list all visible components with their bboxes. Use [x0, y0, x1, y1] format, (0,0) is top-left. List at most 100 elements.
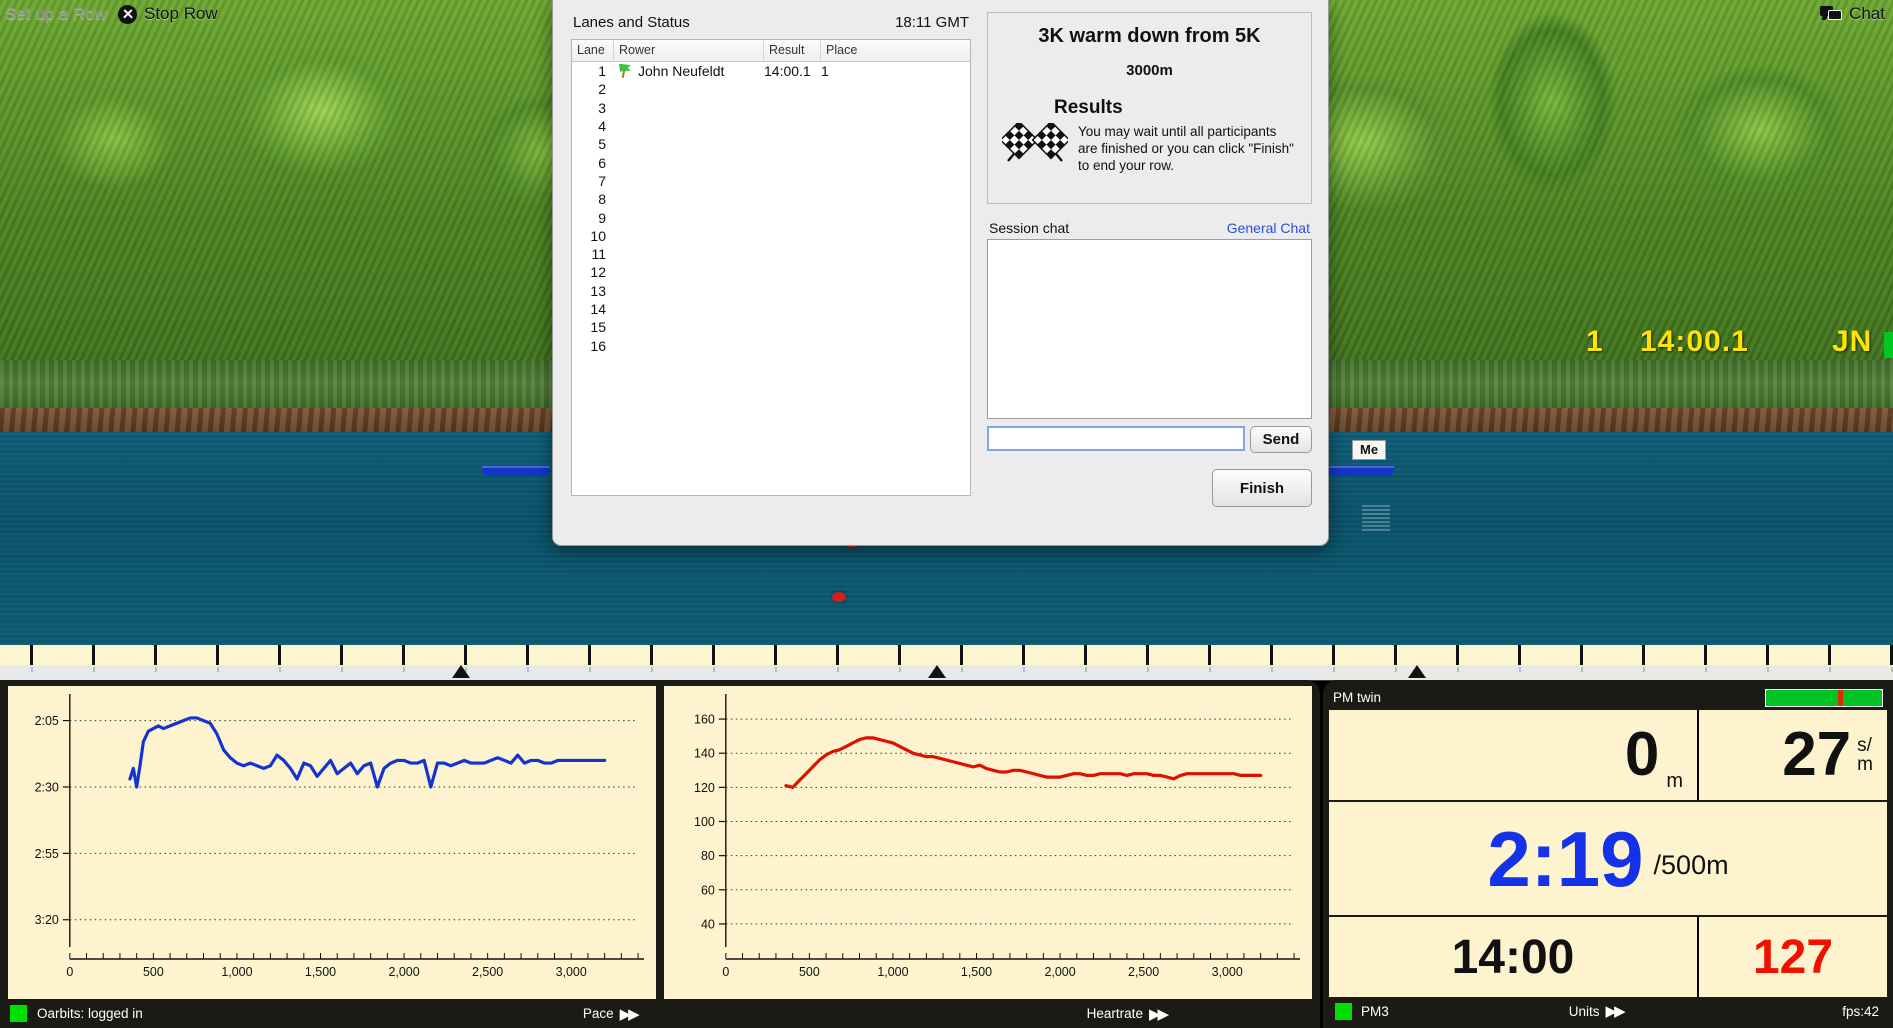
- table-row[interactable]: 12: [572, 263, 970, 281]
- general-chat-link[interactable]: General Chat: [1227, 220, 1310, 236]
- results-panel: 3K warm down from 5K 3000m Results You m…: [987, 12, 1312, 204]
- hud-status-chip: [1884, 332, 1893, 358]
- x-tick-label: 500: [799, 965, 820, 979]
- table-row[interactable]: 6: [572, 153, 970, 171]
- table-row[interactable]: 13: [572, 282, 970, 300]
- table-row[interactable]: 4: [572, 117, 970, 135]
- ruler-subtick: [651, 667, 653, 672]
- pm-units-label[interactable]: Units: [1569, 1004, 1600, 1019]
- column-header-rower[interactable]: Rower: [614, 40, 764, 61]
- table-row[interactable]: 14: [572, 300, 970, 318]
- table-row[interactable]: 3: [572, 99, 970, 117]
- heartrate-chart-label[interactable]: Heartrate: [1087, 1006, 1143, 1021]
- lane-number: 3: [598, 99, 606, 116]
- lane-number: 13: [590, 282, 606, 299]
- table-row[interactable]: 8: [572, 190, 970, 208]
- pm-distance-cell[interactable]: 0 m: [1329, 710, 1697, 800]
- pm-title-bar: PM twin: [1329, 685, 1887, 710]
- pm-distance-value: 0: [1624, 720, 1660, 789]
- pace-next-icon[interactable]: ▶▶: [620, 1005, 640, 1023]
- hud-place: 1: [1586, 325, 1604, 358]
- x-tick-label: 2,500: [1128, 965, 1159, 979]
- pm-status-bar: PM3 Units ▶▶ fps:42: [1329, 997, 1887, 1025]
- table-row[interactable]: 7: [572, 172, 970, 190]
- rower-name-cell: John Neufeldt: [614, 63, 764, 79]
- stop-row-label: Stop Row: [144, 4, 218, 23]
- table-row[interactable]: 5: [572, 135, 970, 153]
- table-row[interactable]: 2: [572, 80, 970, 98]
- table-row[interactable]: 9: [572, 208, 970, 226]
- pm-pace-cell[interactable]: 2:19 /500m: [1329, 802, 1887, 915]
- lane-number: 11: [591, 246, 606, 263]
- ruler-tick: [898, 645, 901, 665]
- y-tick-label: 2:30: [35, 780, 59, 794]
- column-header-lane[interactable]: Lane: [572, 40, 614, 61]
- ruler-subtick: [1705, 667, 1707, 672]
- pm-fps-label: fps:42: [1842, 1003, 1879, 1019]
- pm-device-label: PM3: [1361, 1003, 1389, 1019]
- lane-number: 4: [598, 118, 606, 135]
- ruler-tick: [1022, 645, 1025, 665]
- lane-number: 14: [590, 301, 606, 317]
- lanes-table[interactable]: Lane Rower Result Place 1 John Neufeldt 14…: [571, 39, 971, 496]
- boat-me: [1322, 466, 1394, 476]
- chat-message-input[interactable]: [987, 426, 1245, 451]
- table-row[interactable]: 15: [572, 318, 970, 336]
- ruler-tick: [1828, 645, 1831, 665]
- y-tick-label: 3:20: [35, 913, 59, 927]
- pace-chart[interactable]: 2:05 2:30 2:55 3:20 0 500 1,000 1,500 2,000 2,500…: [8, 686, 656, 999]
- heartrate-next-icon[interactable]: ▶▶: [1149, 1005, 1169, 1023]
- y-tick-label: 100: [694, 815, 715, 829]
- ruler-tick: [1456, 645, 1459, 665]
- setup-a-row-button[interactable]: Set up a Row: [5, 1, 107, 27]
- pm-rate-unit-top: s/: [1857, 735, 1872, 756]
- ruler-tick: [402, 645, 405, 665]
- y-tick-label: 60: [701, 883, 715, 897]
- send-button[interactable]: Send: [1250, 426, 1312, 453]
- ruler-tick: [712, 645, 715, 665]
- ruler-tick: [960, 645, 963, 665]
- x-tick-label: 2,500: [472, 965, 503, 979]
- pm-monitor-panel: PM twin 0 m 27 s/ m 2:19 /500m 14:00 127…: [1323, 680, 1893, 1028]
- column-header-result[interactable]: Result: [764, 40, 821, 61]
- stroke-force-marker: [1837, 689, 1843, 706]
- lane-number: 9: [598, 209, 606, 226]
- stop-row-button[interactable]: Stop Row: [118, 1, 218, 27]
- table-row[interactable]: 16: [572, 336, 970, 354]
- table-row[interactable]: 10: [572, 227, 970, 245]
- table-row[interactable]: 11: [572, 245, 970, 263]
- column-header-place[interactable]: Place: [821, 40, 970, 61]
- ruler-tick: [588, 645, 591, 665]
- setup-a-row-label: Set up a Row: [5, 4, 108, 23]
- pm-heartrate-cell[interactable]: 127: [1699, 917, 1887, 997]
- pace-chart-label[interactable]: Pace: [583, 1006, 614, 1021]
- pm-rate-unit-bottom: m: [1857, 754, 1873, 775]
- ruler-subtick: [589, 667, 591, 672]
- ruler-tick: [836, 645, 839, 665]
- pm-row-time-hr: 14:00 127: [1329, 917, 1887, 997]
- ruler-tick: [278, 645, 281, 665]
- ruler-subtick: [93, 667, 95, 672]
- session-chat-log[interactable]: [987, 239, 1312, 419]
- ruler-subtick: [1395, 667, 1397, 672]
- chat-button[interactable]: Chat: [1820, 1, 1885, 27]
- ruler-tick: [1766, 645, 1769, 665]
- chat-label: Chat: [1849, 4, 1885, 23]
- ruler-subtick: [775, 667, 777, 672]
- ruler-subtick: [1023, 667, 1025, 672]
- x-tick-label: 1,500: [305, 965, 336, 979]
- pm-units-next-icon[interactable]: ▶▶: [1606, 1002, 1626, 1020]
- ruler-tick: [1518, 645, 1521, 665]
- table-row[interactable]: 1 John Neufeldt 14:00.1 1: [572, 62, 970, 80]
- ruler-tick: [1642, 645, 1645, 665]
- pm-elapsed-time-cell[interactable]: 14:00: [1329, 917, 1697, 997]
- ruler-tick: [526, 645, 529, 665]
- ruler-subtick: [1209, 667, 1211, 672]
- finish-button[interactable]: Finish: [1212, 469, 1312, 507]
- pm-distance-unit: m: [1666, 770, 1683, 792]
- country-flag-icon: [618, 64, 633, 79]
- pm-stroke-rate-cell[interactable]: 27 s/ m: [1699, 710, 1887, 800]
- race-progress-ruler[interactable]: [0, 645, 1893, 681]
- x-tick-label: 500: [143, 965, 164, 979]
- heartrate-chart[interactable]: 160 140 120 100 80 60 40 0 500 1,000 1,500 2,000 2,5…: [664, 686, 1312, 999]
